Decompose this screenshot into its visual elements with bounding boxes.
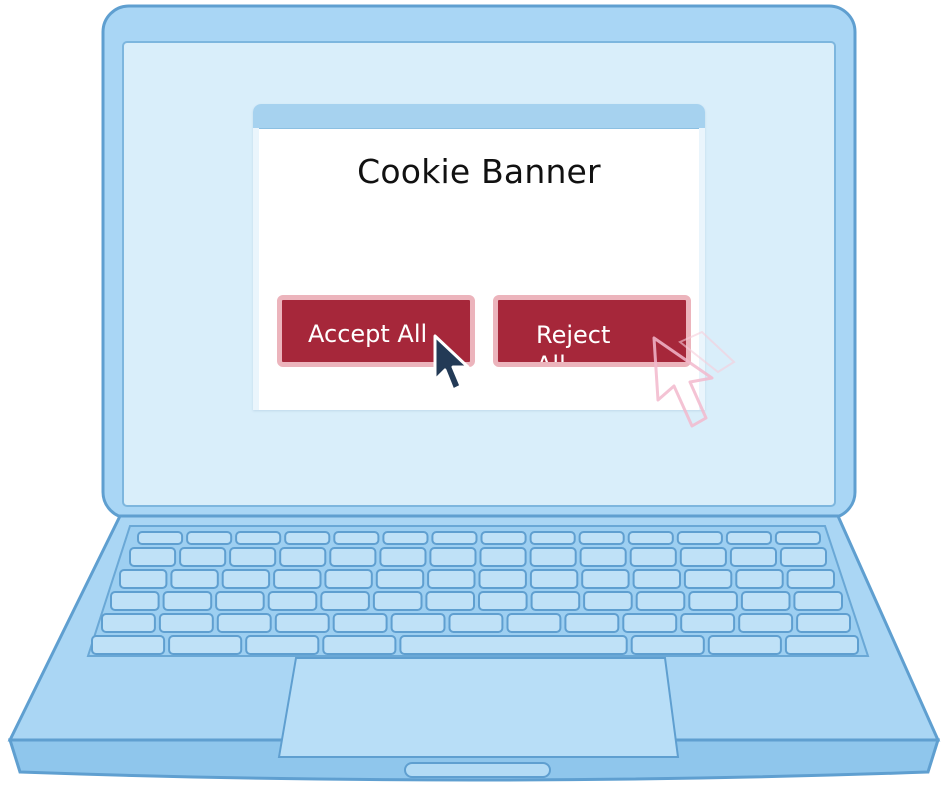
keyboard-key [332, 613, 388, 633]
keyboard-key [168, 635, 243, 655]
keyboard-key [725, 531, 773, 545]
keyboard-key [627, 531, 674, 545]
keyboard-key [399, 635, 628, 655]
keyboard-key [448, 613, 504, 633]
keyboard-key [529, 531, 576, 545]
keyboard-key [235, 531, 282, 545]
keyboard-key [170, 569, 219, 589]
keyboard-key [480, 531, 527, 545]
keyboard-key [581, 569, 630, 589]
keyboard-key [679, 547, 727, 567]
keyboard-key [774, 531, 822, 545]
keyboard-key [333, 531, 380, 545]
keyboard-key [793, 591, 844, 611]
keyboard-key [786, 569, 835, 589]
keyboard-key [425, 591, 475, 611]
keyboard-key [427, 569, 476, 589]
keyboard-key [529, 547, 577, 567]
keyboard-key [784, 635, 860, 655]
keyboard-key [382, 531, 429, 545]
keyboard-key [229, 547, 277, 567]
keyboard-key [683, 569, 733, 589]
keyboard-key [245, 635, 320, 655]
keyboard-key [267, 591, 318, 611]
keyboard-key [322, 635, 397, 655]
keyboard-key [735, 569, 784, 589]
keyboard-key [274, 613, 330, 633]
keyboard-key [676, 531, 723, 545]
keyboard-key [479, 547, 527, 567]
keyboard-key [622, 613, 678, 633]
keyboard-key [579, 547, 627, 567]
keyboard-key [110, 591, 160, 611]
cookie-banner-dialog: Cookie Banner Accept All Reject All [253, 104, 705, 410]
keyboard-key [796, 613, 851, 633]
keyboard-key [530, 591, 581, 611]
keyboard-key [119, 569, 168, 589]
keyboard-key [390, 613, 446, 633]
keyboard-key [478, 569, 527, 589]
keyboard-key [738, 613, 794, 633]
keyboard-key [162, 591, 213, 611]
keyboard-key [564, 613, 620, 633]
keyboard-key [629, 547, 677, 567]
keyboard-key [688, 591, 738, 611]
mouse-pointer-icon [433, 334, 470, 392]
reject-all-label: Reject All [536, 321, 611, 367]
dialog-titlebar [253, 104, 705, 129]
keyboard-key [740, 591, 791, 611]
keyboard-key [529, 569, 579, 589]
keyboard-key [630, 635, 705, 655]
keyboard-key [680, 613, 736, 633]
keyboard-key [324, 569, 373, 589]
faded-pointer-icon [652, 330, 736, 428]
keyboard-key [779, 547, 828, 567]
keyboard-key [429, 547, 477, 567]
keyboard-key [91, 635, 166, 655]
keyboard-key [707, 635, 782, 655]
keyboard-key [583, 591, 633, 611]
keyboard-key [729, 547, 778, 567]
keyboard-key [186, 531, 233, 545]
keyboard-key [215, 591, 265, 611]
keyboard-key [179, 547, 227, 567]
keyboard-key [216, 613, 272, 633]
keyboard-key [279, 547, 327, 567]
keyboard-key [478, 591, 528, 611]
accept-all-label: Accept All [308, 320, 428, 348]
keyboard-key [221, 569, 271, 589]
keyboard-key [158, 613, 214, 633]
keyboard-key [320, 591, 370, 611]
keyboard-key [129, 547, 177, 567]
keyboard-key [372, 591, 423, 611]
keyboard-key [137, 531, 184, 545]
keyboard-key [578, 531, 625, 545]
dialog-title: Cookie Banner [357, 152, 601, 191]
keyboard-key [284, 531, 331, 545]
keyboard-key [632, 569, 681, 589]
keyboard-key [375, 569, 425, 589]
keyboard-key [379, 547, 427, 567]
keyboard-key [635, 591, 686, 611]
keyboard-key [329, 547, 377, 567]
keyboard-key [273, 569, 322, 589]
keyboard-key [101, 613, 156, 633]
keyboard-key [506, 613, 562, 633]
keyboard-key [431, 531, 478, 545]
